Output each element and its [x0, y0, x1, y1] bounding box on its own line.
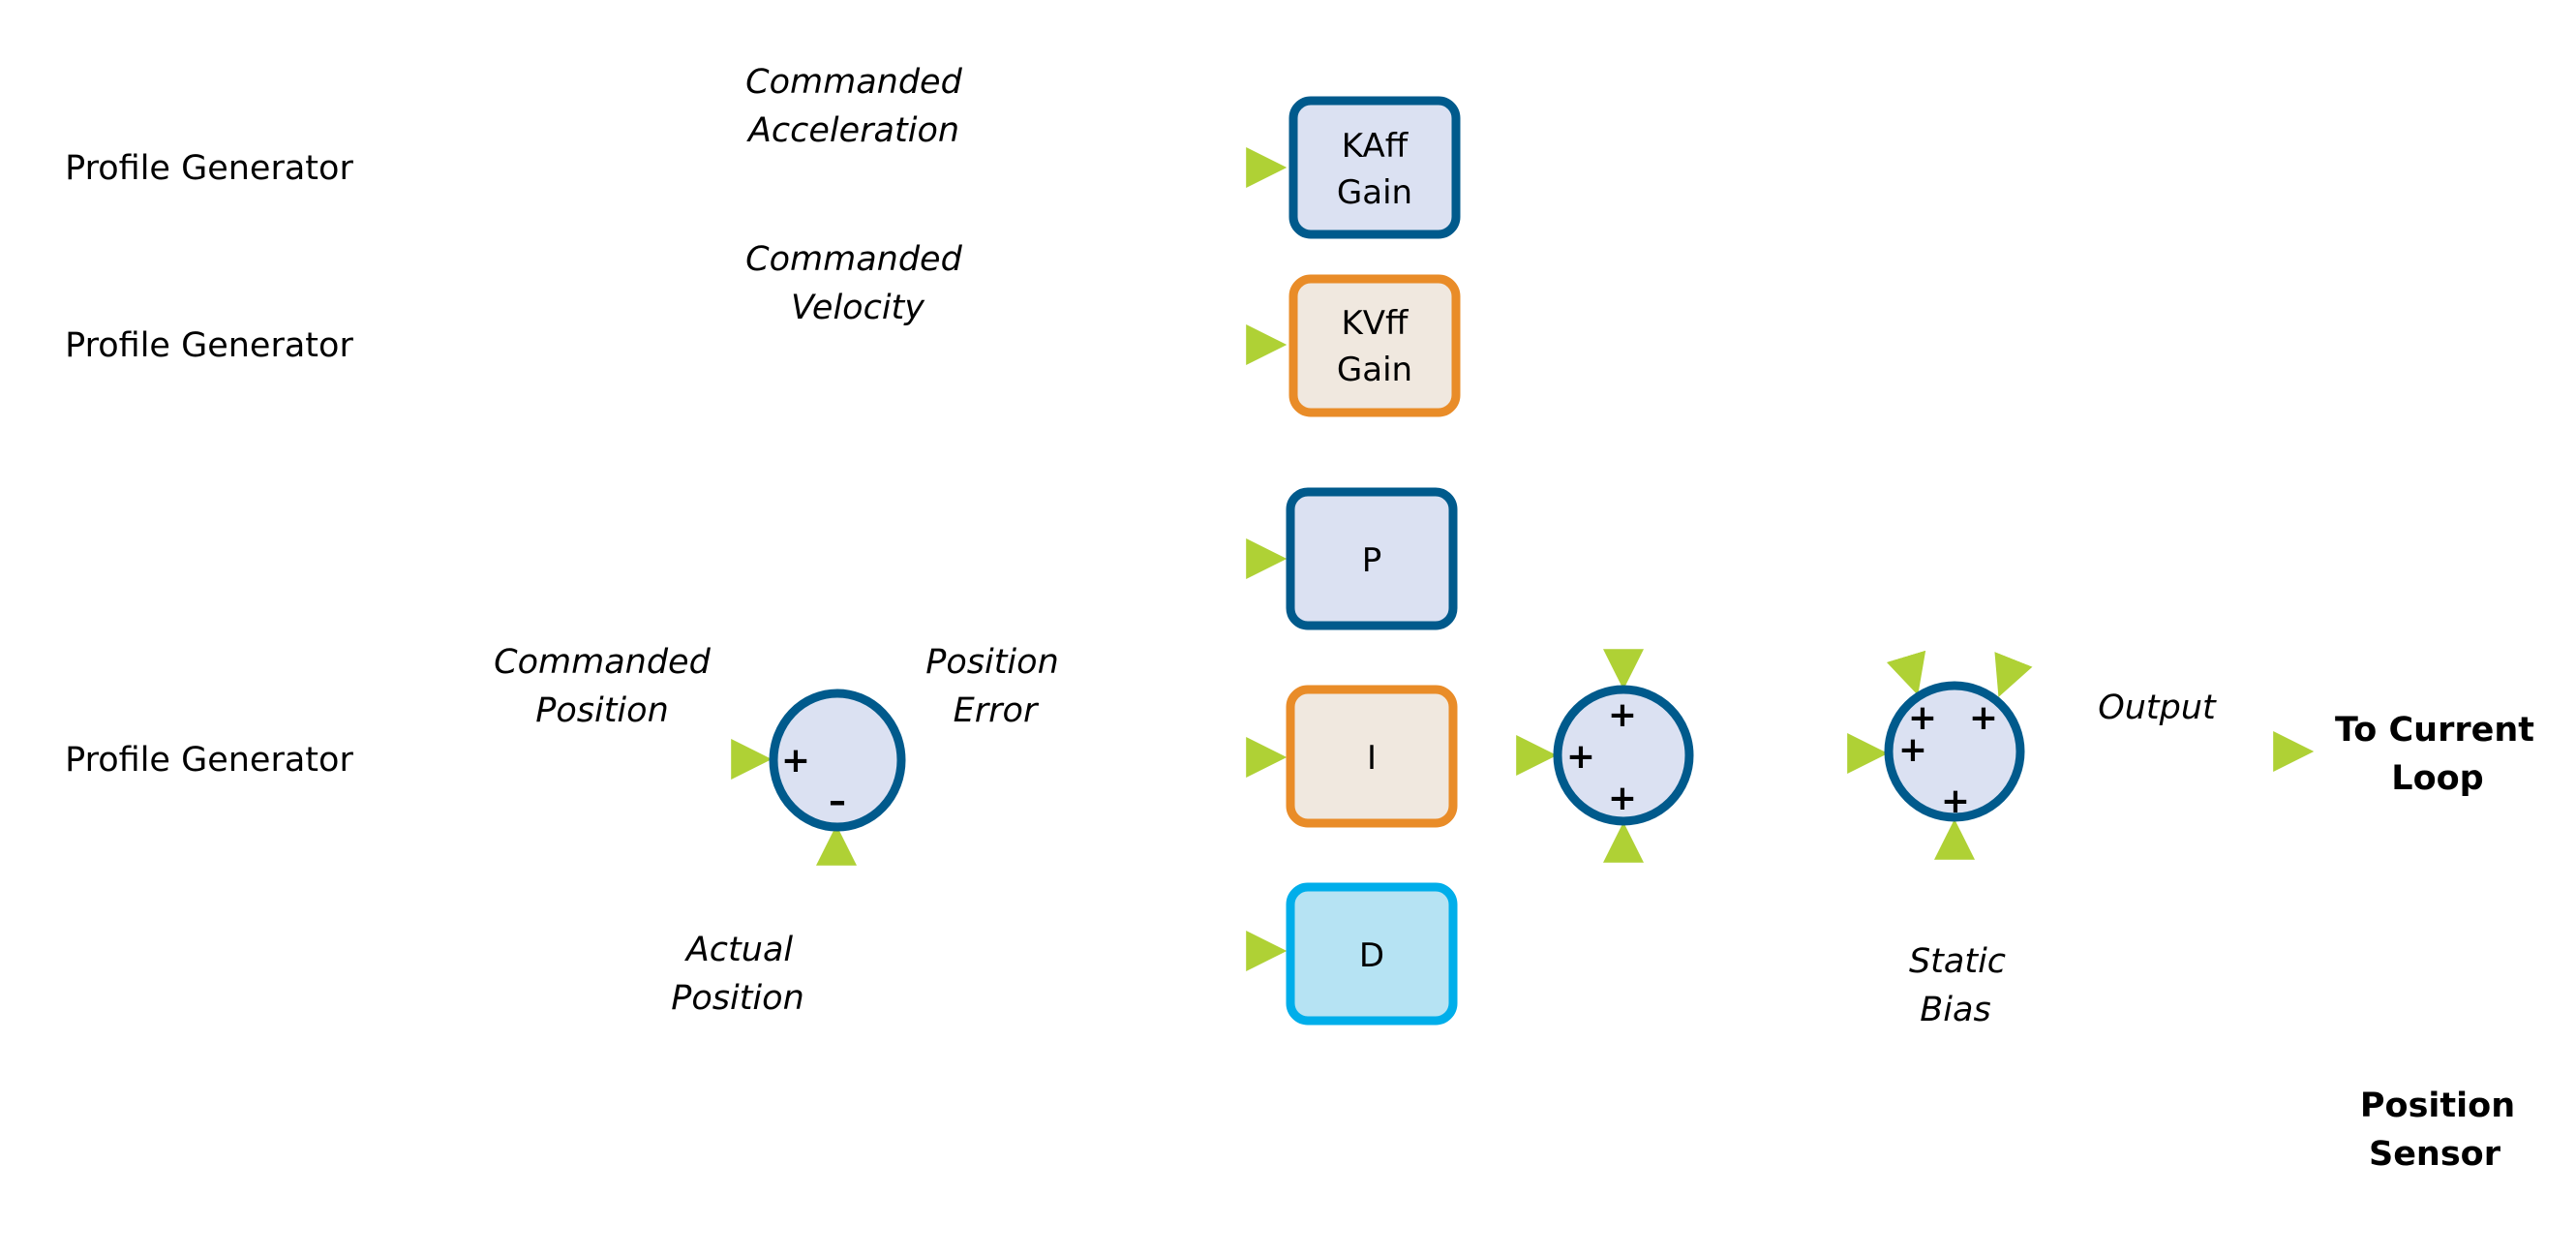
error-summer: + –: [769, 689, 906, 832]
signal-label-bias-2: Bias: [1920, 991, 1990, 1029]
signal-label-output: Output: [2098, 689, 2217, 727]
output-summer-plus-kaff: +: [1969, 698, 1998, 738]
signal-label-velocity-2: Velocity: [791, 289, 925, 327]
kvff-block-label-2: Gain: [1337, 351, 1412, 389]
signal-label-velocity-1: Commanded: [745, 240, 962, 279]
kaff-block-label-2: Gain: [1337, 173, 1412, 212]
kaff-gain-block: KAff Gain: [1288, 96, 1461, 239]
p-block: P: [1286, 487, 1458, 630]
source-label-accel: Profile Generator: [65, 149, 353, 188]
i-block-label: I: [1367, 739, 1377, 778]
output-summer: + + + +: [1884, 681, 2025, 822]
kaff-block-label-1: KAff: [1342, 127, 1409, 166]
p-block-label: P: [1362, 541, 1382, 580]
output-summer-plus-bias: +: [1941, 781, 1970, 821]
signal-label-accel-1: Commanded: [745, 63, 962, 102]
dest-position-sensor-2: Sensor: [2369, 1135, 2501, 1174]
pid-summer-plus-bottom: +: [1608, 779, 1637, 818]
signal-label-accel-2: Acceleration: [746, 111, 959, 150]
source-label-velocity: Profile Generator: [65, 326, 353, 365]
signal-label-actual-1: Actual: [684, 931, 794, 969]
signal-label-position-1: Commanded: [494, 643, 711, 682]
wire-d-out: [1603, 821, 1644, 863]
signal-label-actual-2: Position: [671, 979, 804, 1018]
dest-current-loop-1: To Current: [2335, 711, 2534, 750]
wire-kaff-out: [1994, 652, 2033, 697]
kvff-gain-block: KVff Gain: [1288, 274, 1461, 417]
pid-summer-plus-left: +: [1566, 737, 1595, 777]
dest-current-loop-2: Loop: [2391, 759, 2483, 798]
kvff-block-box: [1288, 274, 1461, 417]
signal-label-error-1: Position: [925, 643, 1059, 682]
d-block-label: D: [1359, 936, 1384, 975]
pid-control-diagram: Profile Generator Profile Generator Prof…: [65, 63, 2534, 1174]
output-summer-plus-pid: +: [1898, 730, 1927, 770]
i-block: I: [1286, 685, 1458, 828]
wire-kvff-out: [1886, 650, 1926, 696]
signal-label-error-2: Error: [954, 691, 1040, 730]
dest-position-sensor-1: Position: [2360, 1087, 2515, 1125]
d-block: D: [1286, 882, 1458, 1026]
source-label-position: Profile Generator: [65, 741, 353, 780]
signal-label-position-2: Position: [535, 691, 669, 730]
error-summer-minus: –: [829, 781, 846, 821]
kvff-block-label-1: KVff: [1342, 304, 1410, 343]
signal-label-bias-1: Static: [1909, 942, 2006, 981]
wire-branch-p: [1246, 538, 1288, 579]
error-summer-plus: +: [781, 741, 810, 781]
wire-p-out: [1603, 649, 1644, 690]
wire-branch-d: [1246, 931, 1288, 971]
pid-summer-plus-top: +: [1608, 695, 1637, 735]
kaff-block-box: [1288, 96, 1461, 239]
wire-feedback: [816, 824, 857, 866]
pid-summer: + + +: [1553, 685, 1694, 826]
